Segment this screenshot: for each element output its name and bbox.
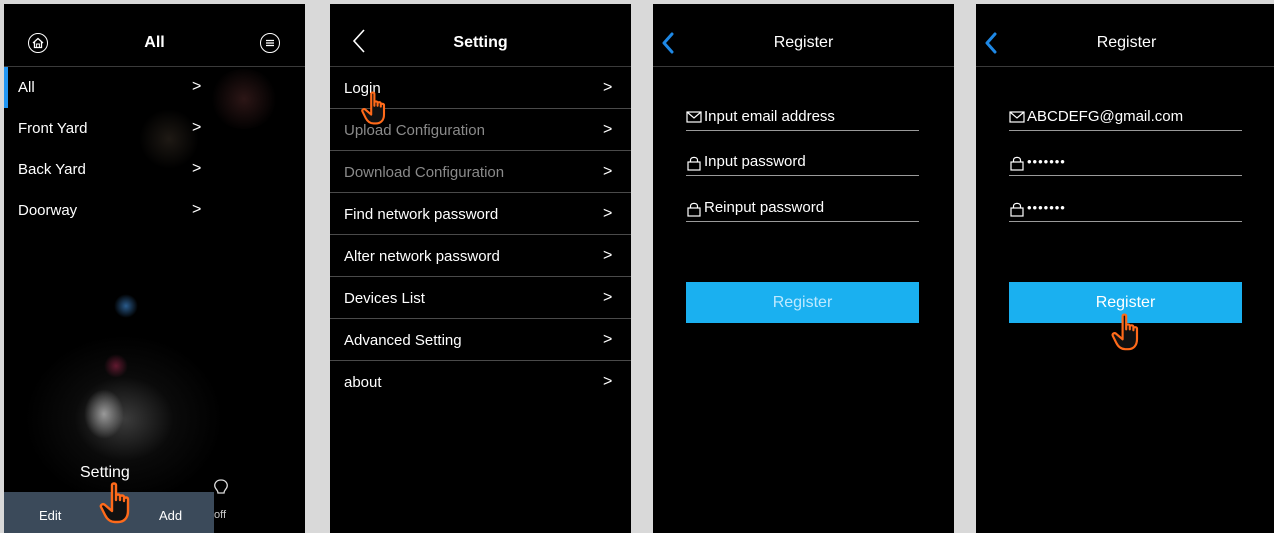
page-title: Register [1096, 34, 1157, 51]
register-screen-empty: Register Input email address Input passw… [653, 4, 954, 533]
chevron-right-icon: > [192, 78, 202, 95]
password-value: ••••••• [1027, 154, 1066, 169]
item-label: Download Configuration [344, 164, 505, 181]
header: Register [653, 4, 954, 66]
settings-item-about[interactable]: about > [330, 361, 631, 403]
item-label: Devices List [344, 290, 425, 307]
header: Setting [330, 4, 631, 66]
chevron-right-icon: > [603, 163, 613, 180]
reinput-password-field[interactable]: Reinput password [686, 198, 919, 222]
header-divider [653, 66, 954, 67]
chevron-right-icon: > [603, 373, 613, 390]
mail-icon [686, 111, 702, 123]
mail-icon [1009, 111, 1025, 123]
chevron-right-icon: > [603, 79, 613, 96]
email-field[interactable]: ABCDEFG@gmail.com [1009, 107, 1242, 131]
selection-indicator [4, 67, 8, 108]
password-placeholder: Input password [704, 153, 806, 170]
item-label: Advanced Setting [344, 332, 462, 349]
reinput-password-field[interactable]: ••••••• [1009, 198, 1242, 222]
settings-item-alter-network-password[interactable]: Alter network password > [330, 235, 631, 277]
pointer-hand-icon [99, 482, 130, 524]
item-label: Find network password [344, 206, 499, 223]
background-glow [209, 69, 279, 129]
chevron-right-icon: > [603, 205, 613, 222]
settings-item-find-network-password[interactable]: Find network password > [330, 193, 631, 235]
setting-button[interactable]: Setting [80, 464, 130, 482]
lock-icon [1010, 202, 1024, 217]
group-label: Doorway [18, 202, 78, 219]
header-divider [976, 66, 1274, 67]
chevron-right-icon: > [603, 247, 613, 264]
menu-icon[interactable] [260, 33, 280, 53]
header: Register [976, 4, 1274, 66]
page-title: Setting [453, 34, 508, 51]
edit-button[interactable]: Edit [39, 508, 61, 523]
chevron-right-icon: > [192, 201, 202, 218]
item-label: about [344, 374, 382, 391]
chevron-right-icon: > [603, 289, 613, 306]
background-glow [114, 294, 138, 318]
group-item-front-yard[interactable]: Front Yard > [4, 108, 214, 149]
group-item-all[interactable]: All > [4, 67, 214, 108]
password-field[interactable]: ••••••• [1009, 152, 1242, 176]
email-value: ABCDEFG@gmail.com [1027, 108, 1184, 125]
header: All [4, 4, 305, 66]
bulb-icon[interactable] [212, 478, 230, 502]
settings-item-devices-list[interactable]: Devices List > [330, 277, 631, 319]
lock-icon [687, 202, 701, 217]
pointer-hand-icon [1111, 313, 1139, 351]
add-button[interactable]: Add [159, 508, 182, 523]
chevron-right-icon: > [192, 119, 202, 136]
home-screen: All All > Front Yard > Back Yard > Doorw… [4, 4, 305, 533]
chevron-right-icon: > [192, 160, 202, 177]
item-label: Alter network password [344, 248, 500, 265]
pointer-hand-icon [361, 91, 386, 125]
email-field[interactable]: Input email address [686, 107, 919, 131]
lock-icon [1010, 156, 1024, 171]
background-glow [84, 389, 124, 439]
group-item-doorway[interactable]: Doorway > [4, 190, 214, 231]
chevron-right-icon: > [603, 121, 613, 138]
reinput-password-value: ••••••• [1027, 200, 1066, 215]
group-label: Back Yard [18, 161, 86, 178]
group-label: All [18, 79, 35, 96]
chevron-right-icon: > [603, 331, 613, 348]
lock-icon [687, 156, 701, 171]
settings-item-advanced-setting[interactable]: Advanced Setting > [330, 319, 631, 361]
group-label: Front Yard [18, 120, 88, 137]
register-screen-filled: Register ABCDEFG@gmail.com ••••••• •••••… [976, 4, 1274, 533]
register-button[interactable]: Register [686, 282, 919, 323]
email-placeholder: Input email address [704, 108, 835, 125]
settings-item-download-configuration[interactable]: Download Configuration > [330, 151, 631, 193]
group-item-back-yard[interactable]: Back Yard > [4, 149, 214, 190]
reinput-password-placeholder: Reinput password [704, 199, 825, 216]
page-title: Register [773, 34, 834, 51]
password-field[interactable]: Input password [686, 152, 919, 176]
setting-screen: Setting Login > Upload Configuration > D… [330, 4, 631, 533]
power-state-label: off [214, 509, 227, 521]
